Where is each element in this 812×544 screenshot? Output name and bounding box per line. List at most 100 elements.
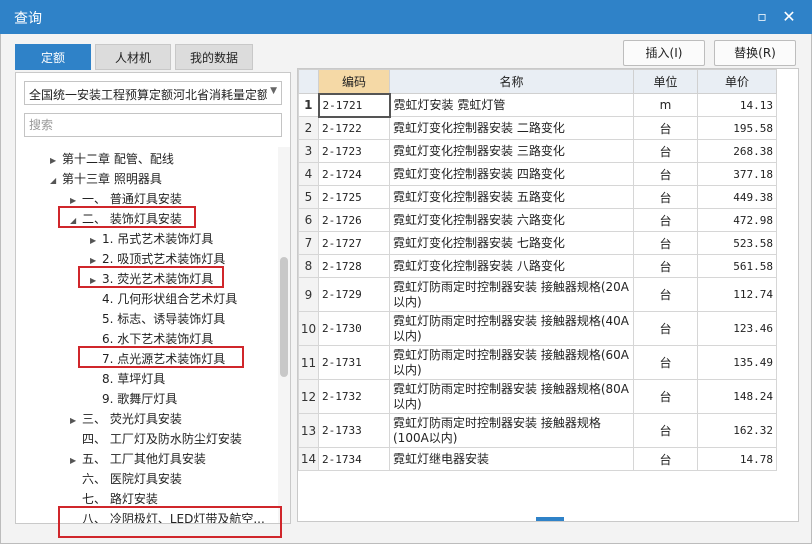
table-row[interactable]: 4 2-1724 霓虹灯变化控制器安装 四路变化台 377.18 [298, 162, 777, 186]
row-price[interactable]: 472.98 [697, 208, 777, 232]
header-unit[interactable]: 单位 [633, 69, 698, 94]
tree-node[interactable]: 四、 工厂灯及防水防尘灯安装 [70, 429, 242, 449]
row-unit[interactable]: 台 [633, 311, 698, 346]
row-price[interactable]: 123.46 [697, 311, 777, 346]
row-number[interactable]: 3 [298, 139, 319, 163]
tab-quota[interactable]: 定额 [15, 44, 91, 70]
row-unit[interactable]: 台 [633, 345, 698, 380]
expand-arrow-icon[interactable]: ◢ [70, 211, 82, 231]
row-number[interactable]: 14 [298, 447, 319, 471]
tab-my-data[interactable]: 我的数据 [175, 44, 253, 70]
chevron-down-icon[interactable]: ▼ [270, 86, 277, 96]
row-number[interactable]: 1 [298, 93, 319, 117]
row-unit[interactable]: 台 [633, 447, 698, 471]
tree-node[interactable]: ▶ 2. 吸顶式艺术装饰灯具 [90, 249, 225, 269]
search-box[interactable] [24, 113, 282, 137]
row-number[interactable]: 7 [298, 231, 319, 255]
row-unit[interactable]: 台 [633, 208, 698, 232]
tree-node[interactable]: ▶ 3. 荧光艺术装饰灯具 [90, 269, 213, 289]
row-price[interactable]: 195.58 [697, 116, 777, 140]
expand-arrow-icon[interactable]: ◢ [50, 171, 62, 191]
row-code[interactable]: 2-1721 [317, 92, 391, 118]
row-price[interactable]: 268.38 [697, 139, 777, 163]
table-row[interactable]: 8 2-1728 霓虹灯变化控制器安装 八路变化台 561.58 [298, 254, 777, 278]
row-price[interactable]: 135.49 [697, 345, 777, 380]
row-unit[interactable]: 台 [633, 254, 698, 278]
row-unit[interactable]: 台 [633, 116, 698, 140]
expand-arrow-icon[interactable]: ▶ [70, 451, 82, 471]
row-unit[interactable]: 台 [633, 185, 698, 209]
row-code[interactable]: 2-1733 [318, 413, 390, 448]
row-price[interactable]: 523.58 [697, 231, 777, 255]
row-number[interactable]: 8 [298, 254, 319, 278]
tree-node[interactable]: 4. 几何形状组合艺术灯具 [90, 289, 237, 309]
row-name[interactable]: 霓虹灯继电器安装 [389, 447, 634, 471]
row-code[interactable]: 2-1729 [318, 277, 390, 312]
maximize-icon[interactable]: ▫ [754, 9, 770, 25]
row-number[interactable]: 12 [298, 379, 319, 414]
search-input[interactable] [25, 114, 281, 136]
header-name[interactable]: 名称 [389, 69, 634, 94]
row-code[interactable]: 2-1731 [318, 345, 390, 380]
row-code[interactable]: 2-1724 [318, 162, 390, 186]
row-code[interactable]: 2-1726 [318, 208, 390, 232]
table-row[interactable]: 1 2-1721 霓虹灯安装 霓虹灯管 m 14.13 [298, 92, 777, 118]
row-name[interactable]: 霓虹灯防雨定时控制器安装 接触器规格(80A以内) [389, 379, 634, 414]
row-name[interactable]: 霓虹灯防雨定时控制器安装 接触器规格(60A以内) [389, 345, 634, 380]
row-number[interactable]: 5 [298, 185, 319, 209]
row-number[interactable]: 9 [298, 277, 319, 312]
row-name[interactable]: 霓虹灯防雨定时控制器安装 接触器规格(40A以内) [389, 311, 634, 346]
table-row[interactable]: 7 2-1727 霓虹灯变化控制器安装 七路变化台 523.58 [298, 231, 777, 255]
row-price[interactable]: 561.58 [697, 254, 777, 278]
tree-node[interactable]: ▶ 一、 普通灯具安装 [70, 189, 182, 209]
tree-node[interactable]: ▶ 五、 工厂其他灯具安装 [70, 449, 206, 469]
row-name[interactable]: 霓虹灯防雨定时控制器安装 接触器规格(20A以内) [389, 277, 634, 312]
row-number[interactable]: 13 [298, 413, 319, 448]
row-number[interactable]: 6 [298, 208, 319, 232]
table-row[interactable]: 9 2-1729 霓虹灯防雨定时控制器安装 接触器规格(20A以内) 台 112.74 [298, 277, 777, 312]
close-icon[interactable]: ✕ [780, 8, 798, 26]
tree-node[interactable]: ▶ 三、 荧光灯具安装 [70, 409, 182, 429]
row-name[interactable]: 霓虹灯变化控制器安装 六路变化 [389, 208, 634, 232]
table-row[interactable]: 6 2-1726 霓虹灯变化控制器安装 六路变化台 472.98 [298, 208, 777, 232]
tree-node[interactable]: ▶ 1. 吊式艺术装饰灯具 [90, 229, 213, 249]
row-code[interactable]: 2-1732 [318, 379, 390, 414]
header-code[interactable]: 编码 [318, 69, 390, 94]
table-row[interactable]: 3 2-1723 霓虹灯变化控制器安装 三路变化台 268.38 [298, 139, 777, 163]
scrollbar-thumb[interactable] [280, 257, 288, 377]
row-code[interactable]: 2-1722 [318, 116, 390, 140]
tree-node[interactable]: 7. 点光源艺术装饰灯具 [90, 349, 225, 369]
row-price[interactable]: 377.18 [697, 162, 777, 186]
row-price[interactable]: 162.32 [697, 413, 777, 448]
table-row[interactable]: 11 2-1731 霓虹灯防雨定时控制器安装 接触器规格(60A以内) 台 135.49 [298, 345, 777, 380]
replace-button[interactable]: 替换(R) [714, 40, 796, 66]
expand-arrow-icon[interactable]: ▶ [90, 251, 102, 271]
row-name[interactable]: 霓虹灯变化控制器安装 七路变化 [389, 231, 634, 255]
row-unit[interactable]: 台 [633, 139, 698, 163]
row-number[interactable]: 4 [298, 162, 319, 186]
row-unit[interactable]: 台 [633, 277, 698, 312]
table-row[interactable]: 5 2-1725 霓虹灯变化控制器安装 五路变化台 449.38 [298, 185, 777, 209]
tree-node[interactable]: ◢ 第十三章 照明器具 [50, 169, 162, 189]
tree-node[interactable]: 六、 医院灯具安装 [70, 469, 182, 489]
tree-node[interactable]: ▶ 第十二章 配管、配线 [50, 149, 174, 169]
row-code[interactable]: 2-1734 [318, 447, 390, 471]
row-unit[interactable]: m [633, 93, 698, 117]
row-price[interactable]: 148.24 [697, 379, 777, 414]
row-name[interactable]: 霓虹灯变化控制器安装 八路变化 [389, 254, 634, 278]
expand-arrow-icon[interactable]: ▶ [90, 271, 102, 291]
row-name[interactable]: 霓虹灯防雨定时控制器安装 接触器规格(100A以内) [389, 413, 634, 448]
table-row[interactable]: 2 2-1722 霓虹灯变化控制器安装 二路变化台 195.58 [298, 116, 777, 140]
row-number[interactable]: 10 [298, 311, 319, 346]
row-code[interactable]: 2-1728 [318, 254, 390, 278]
tree-node[interactable]: 9. 歌舞厅灯具 [90, 389, 177, 409]
row-unit[interactable]: 台 [633, 379, 698, 414]
row-code[interactable]: 2-1730 [318, 311, 390, 346]
row-name[interactable]: 霓虹灯变化控制器安装 二路变化 [389, 116, 634, 140]
tree-node[interactable]: 七、 路灯安装 [70, 489, 158, 509]
row-name[interactable]: 霓虹灯变化控制器安装 五路变化 [389, 185, 634, 209]
row-unit[interactable]: 台 [633, 413, 698, 448]
row-name[interactable]: 霓虹灯安装 霓虹灯管 [389, 93, 634, 117]
table-row[interactable]: 14 2-1734 霓虹灯继电器安装台 14.78 [298, 447, 777, 471]
tree-node[interactable]: 6. 水下艺术装饰灯具 [90, 329, 213, 349]
